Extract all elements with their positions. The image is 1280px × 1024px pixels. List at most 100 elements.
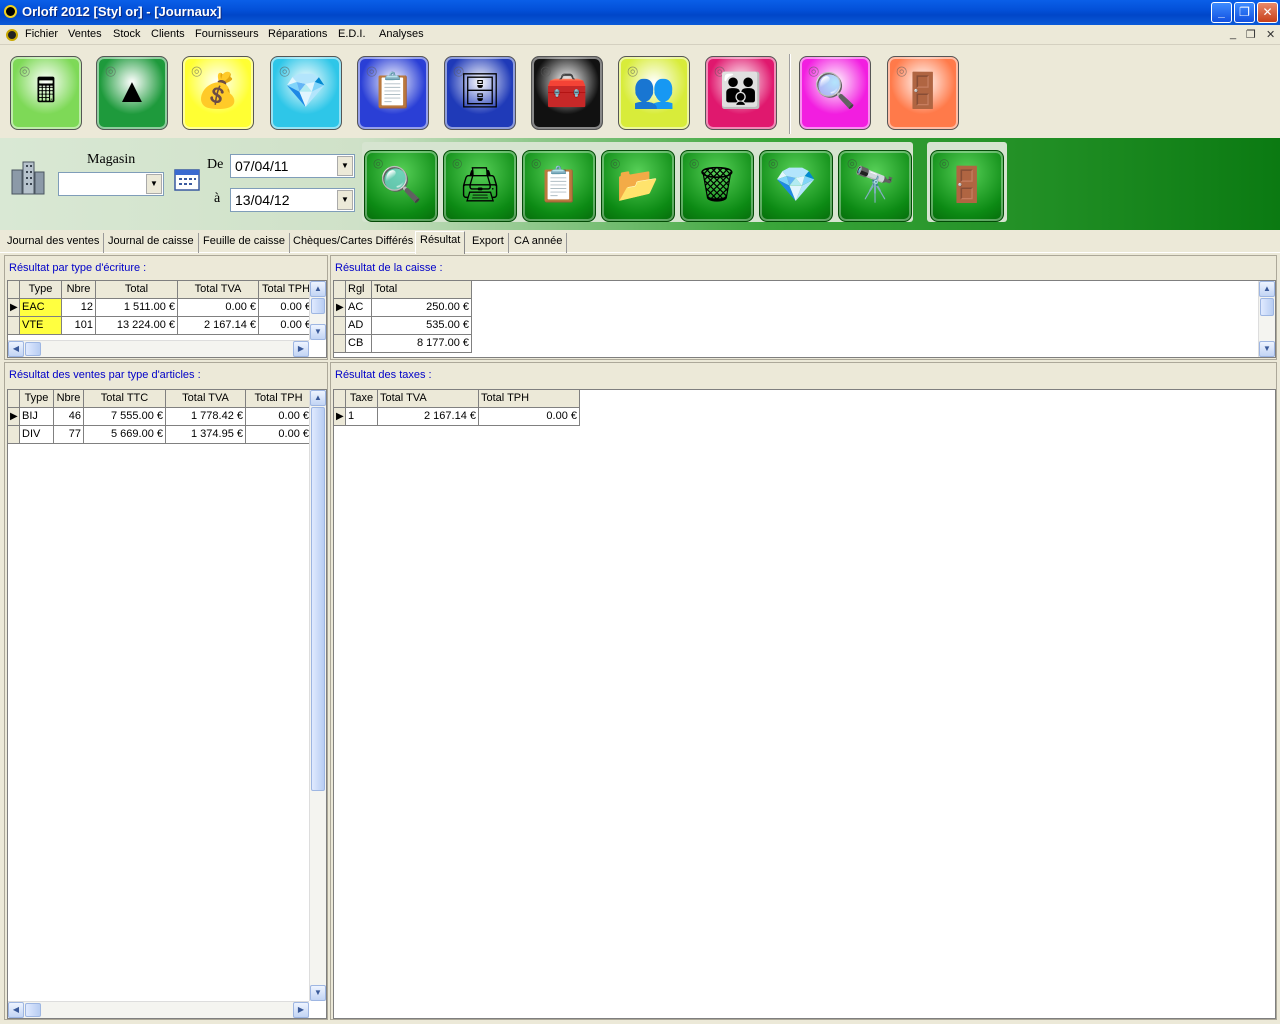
scroll-down-icon[interactable]: ▼: [310, 985, 326, 1001]
cash-result-grid[interactable]: Rgl Total ▶ AC 250.00 € AD 535.00 € CB 8…: [333, 280, 1276, 358]
column-header[interactable]: Type: [20, 390, 54, 408]
scroll-thumb[interactable]: [1260, 298, 1274, 316]
mdi-minimize-button[interactable]: _: [1230, 28, 1236, 40]
folder-lock-button[interactable]: ◎ 📂: [601, 150, 675, 222]
chevron-down-icon[interactable]: ▼: [337, 156, 353, 176]
gold-jewelry-button[interactable]: ◎ 💰: [182, 56, 254, 130]
minimize-button[interactable]: _: [1211, 2, 1232, 23]
scroll-right-icon[interactable]: ▶: [293, 341, 309, 357]
scroll-thumb[interactable]: [311, 298, 325, 314]
column-header[interactable]: Rgl: [346, 281, 372, 299]
chevron-down-icon[interactable]: ▼: [337, 190, 353, 210]
table-cell[interactable]: 2 167.14 €: [378, 408, 479, 426]
table-cell[interactable]: 101: [62, 317, 96, 335]
chevron-down-icon[interactable]: ▼: [146, 174, 162, 194]
restore-button[interactable]: ❐: [1234, 2, 1255, 23]
scroll-thumb[interactable]: [311, 407, 325, 791]
table-cell[interactable]: 77: [54, 426, 84, 444]
diamond-button[interactable]: ◎ 💎: [270, 56, 342, 130]
table-cell[interactable]: 13 224.00 €: [96, 317, 178, 335]
table-cell[interactable]: 250.00 €: [372, 299, 472, 317]
column-header[interactable]: Total: [96, 281, 178, 299]
column-header[interactable]: Total TVA: [378, 390, 479, 408]
table-cell[interactable]: 46: [54, 408, 84, 426]
table-cell[interactable]: 7 555.00 €: [84, 408, 166, 426]
table-cell[interactable]: 2 167.14 €: [178, 317, 259, 335]
table-cell[interactable]: CB: [346, 335, 372, 353]
clients-button[interactable]: ◎ 👥: [618, 56, 690, 130]
scroll-thumb[interactable]: [25, 342, 41, 356]
print-button[interactable]: ◎ 🖨: [443, 150, 517, 222]
scroll-left-icon[interactable]: ◀: [8, 1002, 24, 1018]
table-cell[interactable]: BIJ: [20, 408, 54, 426]
table-cell[interactable]: 5 669.00 €: [84, 426, 166, 444]
column-header[interactable]: Total TTC: [84, 390, 166, 408]
horizontal-scrollbar[interactable]: ◀ ▶: [8, 340, 309, 357]
column-header[interactable]: Total TVA: [178, 281, 259, 299]
mdi-restore-button[interactable]: ❐: [1246, 28, 1256, 41]
analysis-button[interactable]: ◎ 🔍: [799, 56, 871, 130]
table-cell[interactable]: 0.00 €: [178, 299, 259, 317]
menu-reparations[interactable]: Réparations: [268, 28, 327, 40]
table-cell[interactable]: 1 511.00 €: [96, 299, 178, 317]
safe-button[interactable]: ◎ 🗄: [444, 56, 516, 130]
table-cell[interactable]: 1: [346, 408, 378, 426]
vertical-scrollbar[interactable]: ▲ ▼: [309, 281, 326, 340]
print-preview-button[interactable]: ◎ 📋: [522, 150, 596, 222]
toolcase-button[interactable]: ◎ 🧰: [531, 56, 603, 130]
exit-button[interactable]: ◎ 🚪: [887, 56, 959, 130]
table-cell[interactable]: 0.00 €: [479, 408, 580, 426]
table-cell[interactable]: 1 374.95 €: [166, 426, 246, 444]
date-to-field[interactable]: 13/04/12 ▼: [230, 188, 355, 212]
scroll-up-icon[interactable]: ▲: [1259, 281, 1275, 297]
suppliers-button[interactable]: ◎ 👪: [705, 56, 777, 130]
cash-register-button[interactable]: ◎ 🖩: [10, 56, 82, 130]
table-cell[interactable]: EAC: [20, 299, 62, 317]
sales-by-article-grid[interactable]: Type Nbre Total TTC Total TVA Total TPH …: [7, 389, 327, 1019]
column-header[interactable]: Taxe: [346, 390, 378, 408]
table-cell[interactable]: 0.00 €: [259, 299, 314, 317]
column-header[interactable]: Total TPH: [479, 390, 580, 408]
calendar-icon[interactable]: [172, 164, 202, 194]
scroll-right-icon[interactable]: ▶: [293, 1002, 309, 1018]
column-header[interactable]: Nbre: [54, 390, 84, 408]
column-header[interactable]: Total TPH: [259, 281, 314, 299]
menu-ventes[interactable]: Ventes: [68, 28, 102, 40]
diamond-search-button[interactable]: ◎ 💎: [759, 150, 833, 222]
table-cell[interactable]: AC: [346, 299, 372, 317]
menu-fichier[interactable]: Fichier: [25, 28, 58, 40]
table-cell[interactable]: 12: [62, 299, 96, 317]
menu-clients[interactable]: Clients: [151, 28, 185, 40]
column-header[interactable]: Nbre: [62, 281, 96, 299]
entry-type-grid[interactable]: Type Nbre Total Total TVA Total TPH ▶ EA…: [7, 280, 327, 358]
tab-resultat[interactable]: Résultat: [415, 231, 466, 254]
tab-cheques-cartes[interactable]: Chèques/Cartes Différés: [289, 233, 419, 253]
table-cell[interactable]: 0.00 €: [246, 408, 312, 426]
scroll-left-icon[interactable]: ◀: [8, 341, 24, 357]
horizontal-scrollbar[interactable]: ◀ ▶: [8, 1001, 309, 1018]
scroll-up-icon[interactable]: ▲: [310, 390, 326, 406]
table-cell[interactable]: 0.00 €: [259, 317, 314, 335]
scroll-up-icon[interactable]: ▲: [310, 281, 326, 297]
vertical-scrollbar[interactable]: ▲ ▼: [1258, 281, 1275, 357]
menu-edi[interactable]: E.D.I.: [338, 28, 366, 40]
column-header[interactable]: Total: [372, 281, 472, 299]
table-cell[interactable]: 535.00 €: [372, 317, 472, 335]
binoculars-button[interactable]: ◎ 🔭: [838, 150, 912, 222]
table-cell[interactable]: DIV: [20, 426, 54, 444]
column-header[interactable]: Type: [20, 281, 62, 299]
scroll-down-icon[interactable]: ▼: [310, 324, 326, 340]
table-cell[interactable]: 8 177.00 €: [372, 335, 472, 353]
vertical-scrollbar[interactable]: ▲ ▼: [309, 390, 326, 1001]
magasin-select[interactable]: ▼: [58, 172, 164, 196]
column-header[interactable]: Total TPH: [246, 390, 312, 408]
column-header[interactable]: Total TVA: [166, 390, 246, 408]
mdi-close-button[interactable]: ✕: [1266, 28, 1275, 41]
scroll-down-icon[interactable]: ▼: [1259, 341, 1275, 357]
taxes-grid[interactable]: Taxe Total TVA Total TPH ▶ 1 2 167.14 € …: [333, 389, 1276, 1019]
tab-export[interactable]: Export: [468, 233, 509, 253]
close-button[interactable]: ✕: [1257, 2, 1278, 23]
table-cell[interactable]: AD: [346, 317, 372, 335]
mdi-app-icon[interactable]: [6, 29, 18, 41]
tab-journal-ventes[interactable]: Journal des ventes: [3, 233, 105, 253]
